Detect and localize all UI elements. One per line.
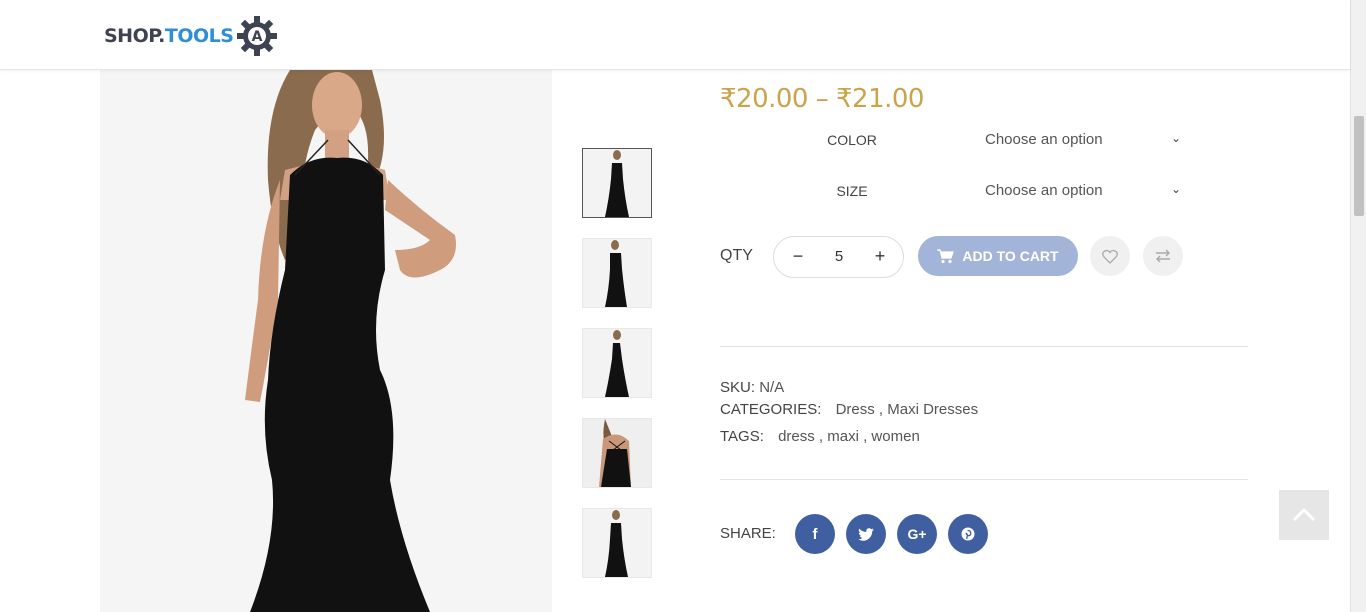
google-plus-icon: G+ [907, 526, 927, 542]
size-select[interactable]: Choose an option ⌄ [985, 182, 1185, 199]
sku-row: SKU: N/A [720, 379, 784, 396]
facebook-icon: f [812, 525, 818, 543]
chevron-up-icon [1292, 508, 1316, 522]
pinterest-icon [961, 527, 975, 541]
site-header: SHOP.TOOLS A [0, 0, 1350, 70]
qty-increase-button[interactable]: + [869, 246, 891, 267]
thumbnail-photo [583, 509, 651, 577]
add-to-cart-label: ADD TO CART [962, 248, 1059, 264]
qty-input[interactable] [819, 248, 859, 265]
categories-links[interactable]: Dress , Maxi Dresses [836, 401, 979, 418]
chevron-down-icon: ⌄ [1170, 131, 1181, 145]
thumbnail-photo [583, 149, 651, 217]
qty-decrease-button[interactable]: − [787, 246, 809, 267]
thumbnail-2[interactable] [582, 238, 652, 308]
qty-label: QTY [720, 247, 753, 264]
thumbnail-photo [583, 419, 651, 487]
thumbnail-3[interactable] [582, 328, 652, 398]
sku-label: SKU: [720, 379, 756, 396]
product-main-image[interactable] [100, 70, 552, 612]
heart-icon [1102, 249, 1118, 264]
compare-arrows-icon [1156, 249, 1170, 263]
scrollbar-thumb[interactable] [1354, 116, 1364, 216]
wishlist-button[interactable] [1090, 236, 1130, 276]
sku-value: N/A [759, 379, 785, 396]
divider [720, 479, 1248, 480]
product-price: ₹20.00 – ₹21.00 [720, 84, 924, 114]
compare-button[interactable] [1143, 236, 1183, 276]
color-select[interactable]: Choose an option ⌄ [985, 131, 1185, 148]
pinterest-share-button[interactable] [948, 514, 988, 554]
quantity-stepper: − + [773, 236, 904, 278]
back-to-top-button[interactable] [1279, 490, 1329, 540]
size-select-value: Choose an option [985, 182, 1103, 199]
cart-icon [937, 248, 955, 263]
site-logo[interactable]: SHOP.TOOLS A [104, 14, 278, 58]
facebook-share-button[interactable]: f [795, 514, 835, 554]
tags-label: TAGS: [720, 428, 764, 445]
logo-text: SHOP.TOOLS [104, 25, 234, 47]
size-label: SIZE [836, 183, 868, 199]
share-label: SHARE: [720, 525, 776, 542]
thumbnail-photo [583, 329, 651, 397]
color-select-value: Choose an option [985, 131, 1103, 148]
page-scrollbar[interactable] [1350, 0, 1366, 612]
dress-photo [100, 70, 552, 612]
tags-links[interactable]: dress , maxi , women [778, 428, 920, 445]
tags-row: TAGS: dress , maxi , women [720, 428, 920, 445]
add-to-cart-button[interactable]: ADD TO CART [918, 236, 1078, 276]
thumbnail-4[interactable] [582, 418, 652, 488]
color-label: COLOR [827, 132, 877, 148]
thumbnail-photo [583, 239, 651, 307]
thumbnail-5[interactable] [582, 508, 652, 578]
google-plus-share-button[interactable]: G+ [897, 514, 937, 554]
twitter-share-button[interactable] [846, 514, 886, 554]
twitter-icon [858, 527, 874, 541]
logo-gear-icon: A [237, 16, 278, 56]
thumbnail-1[interactable] [582, 148, 652, 218]
svg-text:A: A [252, 29, 263, 45]
categories-row: CATEGORIES: Dress , Maxi Dresses [720, 401, 978, 418]
chevron-down-icon: ⌄ [1170, 182, 1181, 196]
categories-label: CATEGORIES: [720, 401, 822, 418]
divider [720, 346, 1248, 347]
